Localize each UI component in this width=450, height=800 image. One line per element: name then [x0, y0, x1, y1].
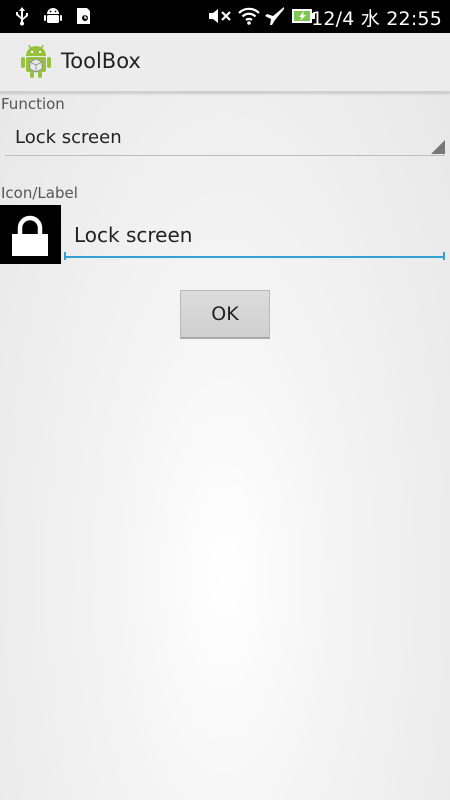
ok-button[interactable]: OK [180, 290, 270, 339]
status-time: 12/4 水 22:55 [311, 8, 442, 30]
usb-icon [13, 6, 31, 26]
icon-label-label: Icon/Label [1, 184, 78, 202]
input-underline-left [64, 252, 66, 260]
app-title: ToolBox [61, 49, 141, 73]
label-input[interactable] [64, 214, 445, 258]
action-bar: ToolBox [0, 33, 450, 93]
spinner-arrow-icon [431, 140, 445, 154]
lock-icon [8, 213, 52, 261]
icon-picker[interactable] [0, 205, 61, 264]
status-bar: 12/4 水 22:55 [0, 0, 450, 33]
input-underline-right [443, 252, 445, 260]
function-selected-value: Lock screen [15, 127, 122, 148]
function-label: Function [1, 95, 65, 113]
android-debug-icon [42, 6, 64, 26]
function-spinner[interactable]: Lock screen [5, 120, 445, 156]
mute-icon [207, 6, 233, 26]
android-app-icon[interactable] [18, 42, 54, 80]
sd-card-icon [73, 6, 93, 26]
wifi-icon [237, 6, 261, 26]
airplane-mode-icon [264, 6, 286, 26]
